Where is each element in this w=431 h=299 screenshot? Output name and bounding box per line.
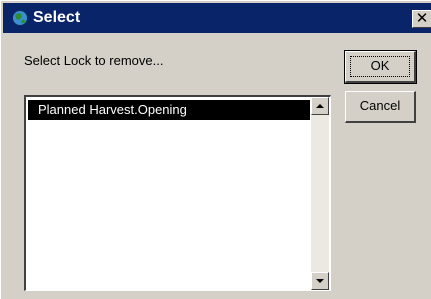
scroll-up-button[interactable] bbox=[311, 97, 329, 115]
vertical-scrollbar[interactable] bbox=[311, 97, 329, 290]
scroll-down-button[interactable] bbox=[311, 272, 329, 290]
ok-button[interactable]: OK bbox=[344, 50, 417, 84]
triangle-up-icon bbox=[316, 104, 324, 108]
select-dialog: Select ✕ Select Lock to remove... Planne… bbox=[0, 0, 431, 299]
focus-rect bbox=[350, 56, 410, 77]
cancel-button[interactable]: Cancel bbox=[345, 91, 416, 123]
list-item[interactable]: Planned Harvest.Opening bbox=[28, 100, 310, 120]
cancel-button-label: Cancel bbox=[359, 98, 401, 113]
title-bar[interactable]: Select bbox=[3, 3, 431, 33]
close-button[interactable]: ✕ bbox=[412, 10, 431, 28]
triangle-down-icon bbox=[316, 279, 324, 283]
close-icon: ✕ bbox=[415, 10, 429, 27]
window-title: Select bbox=[33, 9, 81, 26]
lock-listbox[interactable]: Planned Harvest.Opening bbox=[24, 95, 331, 291]
globe-icon bbox=[11, 9, 29, 27]
prompt-label: Select Lock to remove... bbox=[24, 53, 164, 68]
